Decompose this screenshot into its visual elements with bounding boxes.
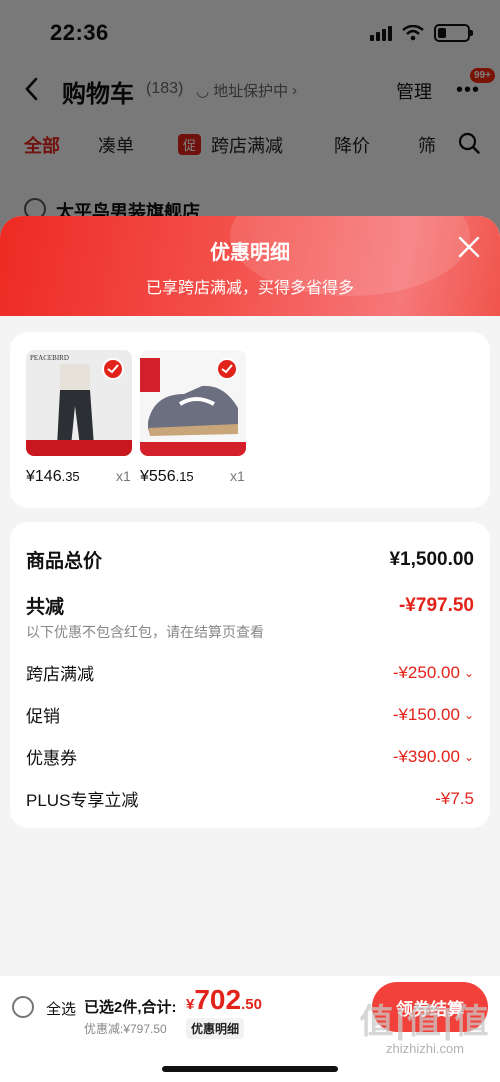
watermark-url: zhizhizhi.com [385,1041,465,1056]
watermark-logo: 值|值|值 [359,1003,491,1041]
sheet-header: 优惠明细 已享跨店满减，买得多省得多 [0,216,500,316]
goods-total-label: 商品总价 [26,551,103,572]
product-qty: x1 [230,468,245,484]
product-price: ¥556.15 [140,468,194,485]
select-all-radio[interactable] [12,996,34,1018]
watermark: 值|值|值 zhizhizhi.com [350,994,500,1064]
expand-icon: ⌄ [463,665,474,680]
total-off-value: -¥797.50 [398,594,474,616]
discount-detail-button[interactable]: 优惠明细 [186,1018,245,1039]
sheet-subtitle: 已享跨店满减，买得多省得多 [145,280,354,297]
total-price: ¥702.50 [186,984,262,1015]
goods-total-value: ¥1,500.00 [389,548,474,570]
selected-check-icon [216,358,238,380]
expand-icon: ⌄ [463,749,474,764]
discount-note: 以下优惠不包含红包，请在结算页查看 [26,624,264,640]
discount-row-coupon[interactable]: 优惠券 -¥390.00 ⌄ [26,744,474,769]
discount-label: 跨店满减 [26,665,94,684]
product-image-pants: PEACEBIRD [26,350,132,456]
checkout-bar: 全选 已选2件,合计: ¥702.50 优惠减:¥797.50 优惠明细 领券结… [0,976,500,1082]
discount-label: 促销 [26,707,60,726]
discount-label: 优惠券 [26,749,77,768]
discount-value: -¥250.00 ⌄ [392,662,474,682]
products-card: PEACEBIRD ¥146.35 x1 ¥556.15 x1 [10,332,490,508]
product-item[interactable]: PEACEBIRD ¥146.35 x1 [26,350,132,485]
discount-detail-sheet: 优惠明细 已享跨店满减，买得多省得多 PEACEBIRD ¥146.35 x1 [0,216,500,1082]
goods-total-row: 商品总价 ¥1,500.00 [26,546,474,573]
discount-row-promotion[interactable]: 促销 -¥150.00 ⌄ [26,702,474,727]
product-price: ¥146.35 [26,468,80,485]
price-detail-card: 商品总价 ¥1,500.00 共减 -¥797.50 以下优惠不包含红包，请在结… [10,522,490,828]
close-icon[interactable] [458,236,480,258]
sheet-title: 优惠明细 [210,242,290,264]
product-image-shoes [140,350,246,456]
selected-summary: 已选2件,合计: [84,999,177,1016]
discount-value: -¥390.00 ⌄ [392,746,474,766]
selected-check-icon [102,358,124,380]
total-off-row: 共减 -¥797.50 [26,592,474,619]
product-qty: x1 [116,468,131,484]
discount-row-cross-store[interactable]: 跨店满减 -¥250.00 ⌄ [26,660,474,685]
discount-row-plus: PLUS专享立减 -¥7.5 [26,786,474,811]
expand-icon: ⌄ [463,707,474,722]
discount-summary: 优惠减:¥797.50 [84,1022,167,1036]
total-off-label: 共减 [26,597,65,618]
discount-value: -¥150.00 ⌄ [392,704,474,724]
product-item[interactable]: ¥556.15 x1 [140,350,246,485]
discount-label: PLUS专享立减 [26,791,139,810]
select-all-label[interactable]: 全选 [46,998,76,1019]
home-indicator [162,1066,338,1072]
discount-value: -¥7.5 [435,788,474,808]
